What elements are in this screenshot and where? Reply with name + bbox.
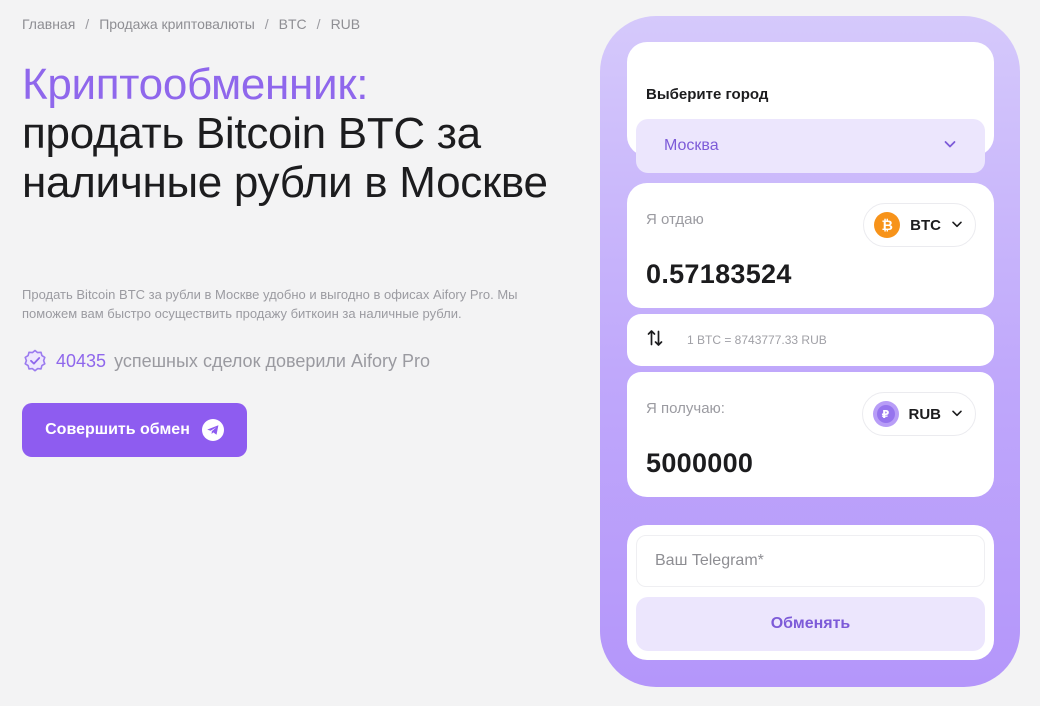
- exchange-widget: Выберите город Москва Я отдаю ₿ BTC 0.57…: [600, 16, 1020, 687]
- give-label: Я отдаю: [646, 211, 704, 228]
- breadcrumb-crypto-sale[interactable]: Продажа криптовалюты: [99, 16, 255, 32]
- give-amount-input[interactable]: 0.57183524: [646, 259, 792, 290]
- submit-card: Обменять: [627, 525, 994, 660]
- breadcrumb-separator: /: [264, 16, 269, 32]
- receive-currency-code: RUB: [908, 405, 942, 423]
- exchange-submit-button[interactable]: Обменять: [636, 597, 985, 651]
- give-currency-select[interactable]: ₿ BTC: [863, 203, 976, 247]
- breadcrumb-separator: /: [85, 16, 90, 32]
- make-exchange-button[interactable]: Совершить обмен: [22, 403, 247, 457]
- receive-amount-input[interactable]: 5000000: [646, 448, 753, 479]
- deals-text: успешных сделок доверили Aifory Pro: [114, 350, 430, 371]
- give-card: Я отдаю ₿ BTC 0.57183524: [627, 183, 994, 308]
- page-title-accent: Криптообменник:: [22, 60, 369, 109]
- breadcrumb-home[interactable]: Главная: [22, 16, 75, 32]
- breadcrumb-separator: /: [316, 16, 321, 32]
- ruble-icon: ₽: [872, 401, 899, 427]
- receive-card: Я получаю: ₽ RUB 5000000: [627, 372, 994, 497]
- rate-card: 1 BTC = 8743777.33 RUB: [627, 314, 994, 366]
- hero-description: Продать Bitcoin BTC за рубли в Москве уд…: [22, 287, 518, 321]
- chevron-down-icon: [951, 217, 963, 234]
- breadcrumb: Главная / Продажа криптовалюты / BTC / R…: [22, 16, 360, 32]
- bitcoin-icon: ₿: [874, 212, 901, 238]
- city-select[interactable]: Москва: [636, 119, 985, 173]
- give-currency-code: BTC: [910, 216, 941, 234]
- deals-count: 40435: [56, 350, 107, 371]
- page-title: Криптообменник: продать Bitcoin BTC за н…: [22, 60, 582, 207]
- breadcrumb-btc[interactable]: BTC: [279, 16, 307, 32]
- telegram-input[interactable]: [636, 535, 985, 587]
- receive-currency-select[interactable]: ₽ RUB: [861, 392, 976, 436]
- exchange-rate: 1 BTC = 8743777.33 RUB: [687, 333, 827, 347]
- trust-stats: 40435 успешных сделок доверили Aifory Pr…: [22, 348, 430, 374]
- receive-label: Я получаю:: [646, 400, 725, 417]
- breadcrumb-rub: RUB: [330, 16, 361, 32]
- swap-arrows-icon[interactable]: [645, 328, 665, 353]
- make-exchange-label: Совершить обмен: [45, 421, 190, 438]
- city-selected-value: Москва: [664, 137, 719, 154]
- city-label: Выберите город: [646, 86, 769, 103]
- telegram-icon: [201, 419, 224, 441]
- page-title-rest: продать Bitcoin BTC за наличные рубли в …: [22, 109, 548, 207]
- verified-badge-icon: [22, 348, 48, 374]
- city-card: Выберите город Москва: [627, 42, 994, 173]
- chevron-down-icon: [951, 406, 963, 423]
- chevron-down-icon: [943, 137, 957, 156]
